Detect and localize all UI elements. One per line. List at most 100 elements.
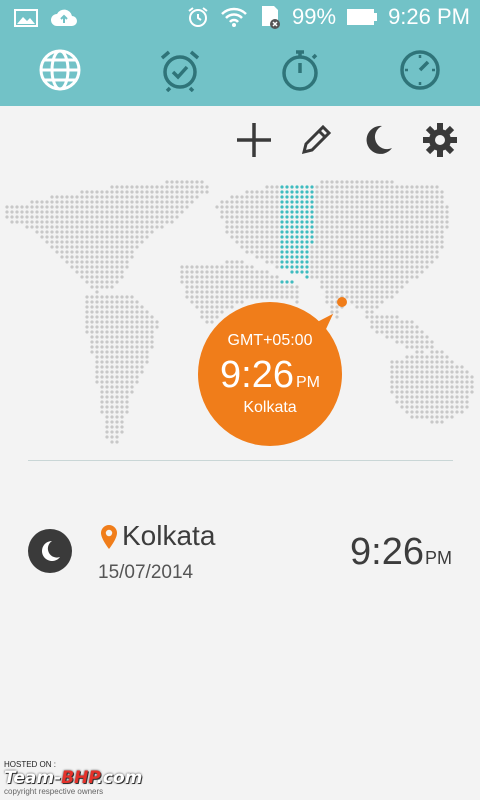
map-dot <box>460 405 464 409</box>
map-dot <box>245 220 249 224</box>
map-dot <box>95 230 99 234</box>
map-dot <box>190 290 194 294</box>
list-item[interactable]: Kolkata 15/07/2014 9:26PM <box>0 515 480 595</box>
night-indicator <box>28 529 72 573</box>
map-dot <box>145 185 149 189</box>
map-dot <box>200 280 204 284</box>
map-dot <box>375 260 379 264</box>
map-dot <box>265 190 269 194</box>
map-dot <box>385 205 389 209</box>
map-dot <box>145 360 149 364</box>
map-dot <box>230 225 234 229</box>
map-dot <box>190 280 194 284</box>
map-dot <box>125 300 129 304</box>
map-dot <box>230 305 234 309</box>
map-dot <box>400 375 404 379</box>
map-dot <box>105 240 109 244</box>
map-dot <box>255 235 259 239</box>
map-dot <box>65 200 69 204</box>
map-dot <box>405 245 409 249</box>
map-dot <box>345 195 349 199</box>
map-dot <box>100 265 104 269</box>
map-dot <box>220 280 224 284</box>
map-dot <box>390 250 394 254</box>
map-dot <box>395 395 399 399</box>
map-dot <box>255 245 259 249</box>
map-dot <box>100 325 104 329</box>
map-dot <box>405 355 409 359</box>
map-dot <box>90 335 94 339</box>
map-dot <box>65 240 69 244</box>
map-dot <box>370 300 374 304</box>
map-dot <box>110 250 114 254</box>
map-dot <box>220 270 224 274</box>
map-dot <box>115 370 119 374</box>
edit-button[interactable] <box>296 122 336 162</box>
map-dot <box>395 230 399 234</box>
map-dot <box>370 285 374 289</box>
map-dot <box>35 225 39 229</box>
map-dot <box>385 265 389 269</box>
map-dot <box>310 215 314 219</box>
tab-alarm[interactable] <box>120 38 240 106</box>
map-dot <box>295 270 299 274</box>
map-dot <box>90 255 94 259</box>
map-dot <box>135 345 139 349</box>
map-dot <box>105 260 109 264</box>
map-dot <box>435 365 439 369</box>
map-dot <box>440 380 444 384</box>
map-dot <box>105 380 109 384</box>
map-dot <box>425 255 429 259</box>
map-dot <box>115 335 119 339</box>
map-dot <box>100 375 104 379</box>
add-button[interactable] <box>234 122 274 162</box>
map-dot <box>240 240 244 244</box>
map-dot <box>355 210 359 214</box>
map-dot <box>370 190 374 194</box>
map-dot <box>240 295 244 299</box>
map-dot <box>425 365 429 369</box>
city-time-bubble[interactable]: GMT+05:00 9:26 PM Kolkata <box>198 302 342 446</box>
map-dot <box>330 285 334 289</box>
map-dot <box>390 330 394 334</box>
map-dot <box>400 335 404 339</box>
map-dot <box>425 385 429 389</box>
map-dot <box>365 255 369 259</box>
map-dot <box>415 260 419 264</box>
tab-timer[interactable] <box>360 38 480 106</box>
map-dot <box>310 235 314 239</box>
map-dot <box>375 195 379 199</box>
tab-stopwatch[interactable] <box>240 38 360 106</box>
map-dot <box>160 210 164 214</box>
map-dot <box>15 210 19 214</box>
map-dot <box>295 205 299 209</box>
map-dot <box>90 195 94 199</box>
map-dot <box>430 190 434 194</box>
map-dot <box>300 200 304 204</box>
map-dot <box>435 410 439 414</box>
map-dot <box>340 290 344 294</box>
map-dot <box>220 200 224 204</box>
map-dot <box>125 400 129 404</box>
map-dot <box>410 190 414 194</box>
map-dot <box>415 270 419 274</box>
map-dot <box>190 180 194 184</box>
map-dot <box>190 300 194 304</box>
tab-world-clock[interactable] <box>0 38 120 106</box>
map-dot <box>125 395 129 399</box>
map-dot <box>15 215 19 219</box>
map-dot <box>110 345 114 349</box>
map-dot <box>205 280 209 284</box>
map-dot <box>265 220 269 224</box>
map-dot <box>170 190 174 194</box>
map-dot <box>120 230 124 234</box>
night-mode-button[interactable] <box>358 122 398 162</box>
map-dot <box>135 305 139 309</box>
map-dot <box>65 215 69 219</box>
map-dot <box>160 205 164 209</box>
map-dot <box>410 340 414 344</box>
settings-button[interactable] <box>420 122 460 162</box>
map-dot <box>75 255 79 259</box>
map-dot <box>340 275 344 279</box>
map-dot <box>265 235 269 239</box>
